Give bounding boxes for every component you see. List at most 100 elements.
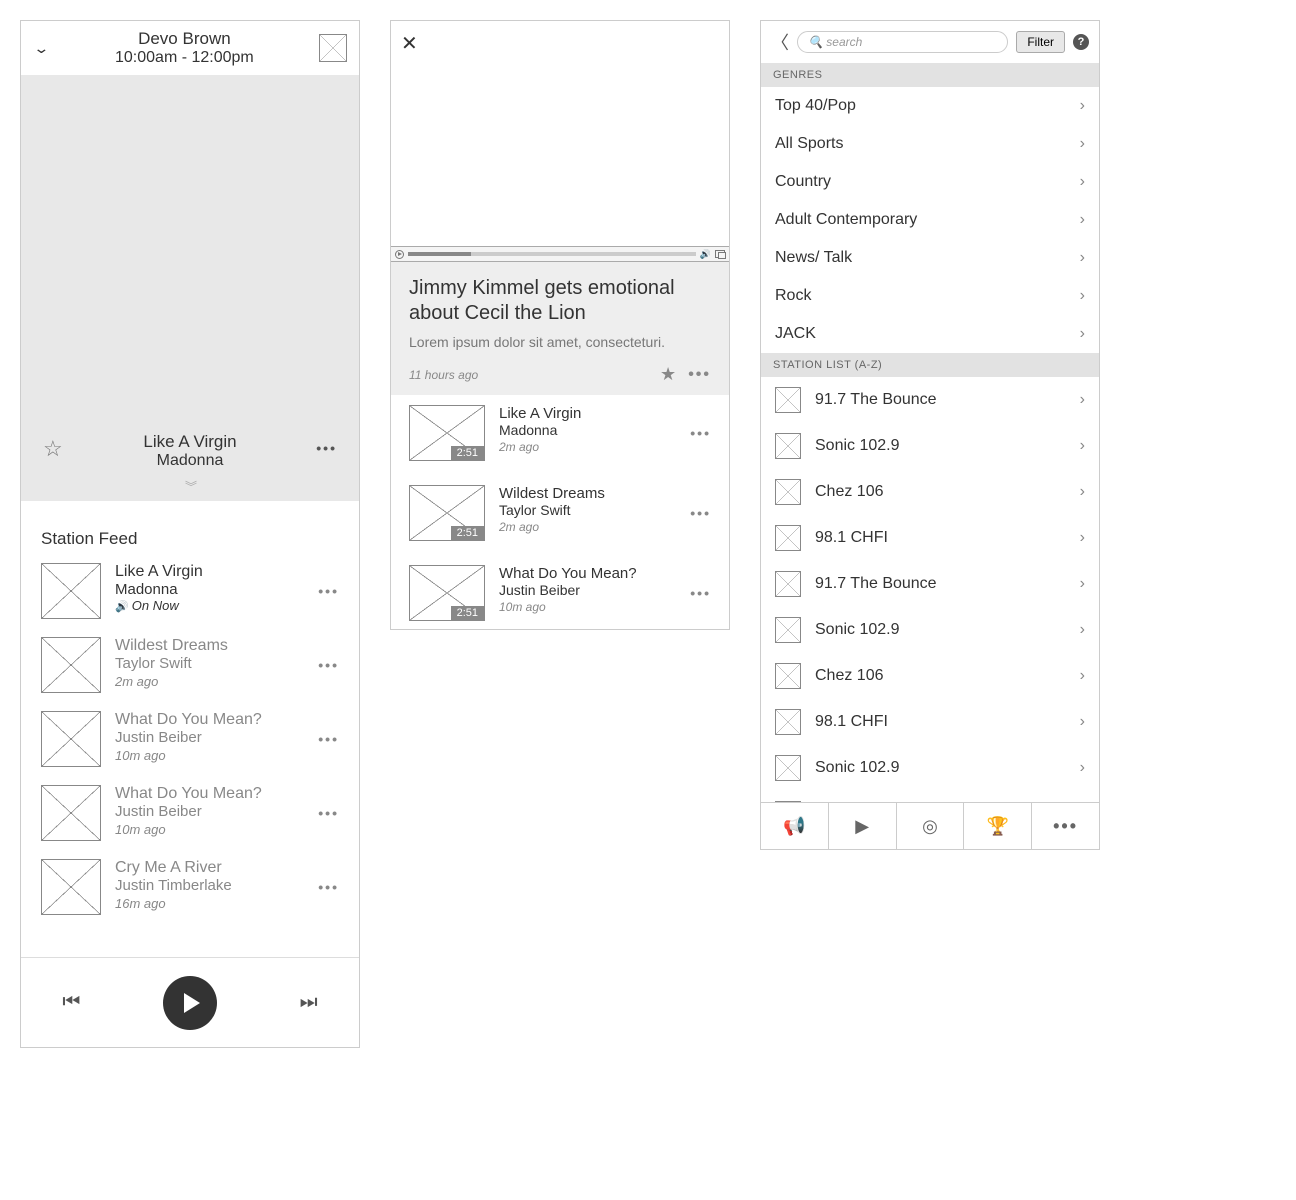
- collapse-chevron-icon[interactable]: ⌄: [33, 39, 50, 57]
- station-logo-placeholder: [775, 387, 801, 413]
- station-logo-placeholder: [775, 479, 801, 505]
- genre-row[interactable]: Country ›: [761, 163, 1099, 201]
- station-row[interactable]: Sonic 102.9 ›: [761, 423, 1099, 469]
- fullscreen-icon[interactable]: [715, 250, 725, 258]
- article-more-icon[interactable]: •••: [688, 366, 711, 384]
- back-icon[interactable]: 〈: [771, 29, 789, 55]
- play-button[interactable]: [163, 976, 217, 1030]
- genre-label: Country: [775, 173, 831, 191]
- track-thumb-placeholder: [41, 711, 101, 767]
- feed-timestamp: 16m ago: [115, 896, 304, 911]
- station-logo-placeholder[interactable]: [319, 34, 347, 62]
- track-artist: Madonna: [499, 422, 676, 438]
- genre-row[interactable]: All Sports ›: [761, 125, 1099, 163]
- tab-contests[interactable]: 🏆: [964, 803, 1032, 849]
- station-logo-placeholder: [775, 571, 801, 597]
- station-row[interactable]: Chez 106›: [761, 469, 1099, 515]
- previous-track-icon[interactable]: ⏮: [62, 991, 80, 1014]
- scrubber-play-icon[interactable]: [395, 250, 404, 259]
- tab-discover[interactable]: ◎: [897, 803, 965, 849]
- genres-header: GENRES: [761, 63, 1099, 87]
- track-thumb-placeholder: [41, 563, 101, 619]
- feed-more-icon[interactable]: •••: [318, 805, 339, 821]
- feed-row[interactable]: Like A VirginMadonnaOn Now •••: [41, 563, 339, 619]
- tab-announcements[interactable]: 📢: [761, 803, 829, 849]
- feed-more-icon[interactable]: •••: [318, 879, 339, 895]
- track-timestamp: 2m ago: [499, 520, 676, 534]
- track-thumb-placeholder: [41, 637, 101, 693]
- related-track-row[interactable]: 2:51Wildest DreamsTaylor Swift2m ago•••: [391, 475, 729, 551]
- genre-label: All Sports: [775, 135, 843, 153]
- chevron-right-icon: ›: [1080, 249, 1085, 267]
- now-playing-more-icon[interactable]: •••: [316, 440, 337, 456]
- track-timestamp: 2m ago: [499, 440, 676, 454]
- tab-more[interactable]: •••: [1032, 803, 1099, 849]
- expand-down-icon[interactable]: ︾: [21, 478, 359, 495]
- station-row[interactable]: 91.7 The Bounce›: [761, 377, 1099, 423]
- track-more-icon[interactable]: •••: [690, 505, 711, 521]
- show-time: 10:00am - 12:00pm: [50, 49, 319, 67]
- genre-row[interactable]: Adult Contemporary›: [761, 201, 1099, 239]
- genre-row[interactable]: Top 40/Pop›: [761, 87, 1099, 125]
- feed-timestamp: 10m ago: [115, 822, 304, 837]
- station-row[interactable]: 98.1 CHFI›: [761, 515, 1099, 561]
- track-more-icon[interactable]: •••: [690, 585, 711, 601]
- progress-bar[interactable]: [408, 252, 696, 256]
- feed-track: Like A Virgin: [115, 563, 304, 581]
- now-playing-artist: Madonna: [21, 452, 359, 470]
- related-tracks-list: 2:51Like A VirginMadonna2m ago•••2:51Wil…: [391, 395, 729, 630]
- genre-label: JACK: [775, 325, 816, 343]
- station-name: Sonic 102.9: [815, 437, 900, 455]
- feed-more-icon[interactable]: •••: [318, 657, 339, 673]
- feed-row[interactable]: What Do You Mean?Justin Beiber10m ago•••: [41, 711, 339, 767]
- video-scrubber[interactable]: 🔊: [391, 246, 729, 262]
- help-icon[interactable]: ?: [1073, 34, 1089, 50]
- search-input[interactable]: 🔍 search: [797, 31, 1008, 53]
- genre-row[interactable]: JACK›: [761, 315, 1099, 353]
- duration-badge: 2:51: [451, 446, 484, 460]
- feed-row[interactable]: Wildest DreamsTaylor Swift2m ago•••: [41, 637, 339, 693]
- mini-player: ⏮ ⏭: [21, 957, 359, 1047]
- chevron-right-icon: ›: [1080, 575, 1085, 593]
- close-icon[interactable]: ✕: [401, 33, 418, 55]
- chevron-right-icon: ›: [1080, 173, 1085, 191]
- chevron-right-icon: ›: [1080, 621, 1085, 639]
- track-more-icon[interactable]: •••: [690, 425, 711, 441]
- feed-more-icon[interactable]: •••: [318, 731, 339, 747]
- filter-button[interactable]: Filter: [1016, 31, 1065, 53]
- related-track-row[interactable]: 2:51Like A VirginMadonna2m ago•••: [391, 395, 729, 471]
- feed-more-icon[interactable]: •••: [318, 583, 339, 599]
- station-row[interactable]: 91.7 The Bounce›: [761, 561, 1099, 607]
- chevron-right-icon: ›: [1080, 713, 1085, 731]
- station-row[interactable]: Sonic 102.9›: [761, 745, 1099, 791]
- station-row[interactable]: 98.1 CHFI›: [761, 699, 1099, 745]
- feed-track: Cry Me A River: [115, 859, 304, 877]
- favorite-star-icon[interactable]: ☆: [43, 436, 63, 462]
- genre-label: Rock: [775, 287, 811, 305]
- feed-artist: Madonna: [115, 581, 304, 598]
- article-screen: ✕ 🔊 Jimmy Kimmel gets emotional about Ce…: [390, 20, 730, 630]
- feed-row[interactable]: What Do You Mean?Justin Beiber10m ago•••: [41, 785, 339, 841]
- show-title-block: Devo Brown 10:00am - 12:00pm: [50, 29, 319, 67]
- volume-icon[interactable]: 🔊: [700, 249, 711, 260]
- station-row[interactable]: Sonic 102.9›: [761, 607, 1099, 653]
- station-name: Chez 106: [815, 483, 884, 501]
- feed-row[interactable]: Cry Me A RiverJustin Timberlake16m ago••…: [41, 859, 339, 915]
- article-favorite-icon[interactable]: ★: [660, 364, 676, 385]
- track-title: What Do You Mean?: [499, 565, 676, 582]
- track-thumb-placeholder: 2:51: [409, 405, 485, 461]
- tab-play[interactable]: ▶: [829, 803, 897, 849]
- on-now-badge: On Now: [115, 598, 304, 613]
- related-track-row[interactable]: 2:51What Do You Mean?Justin Beiber10m ag…: [391, 555, 729, 630]
- track-title: Wildest Dreams: [499, 485, 676, 502]
- next-track-icon[interactable]: ⏭: [300, 991, 318, 1014]
- chevron-right-icon: ›: [1080, 135, 1085, 153]
- genre-label: Top 40/Pop: [775, 97, 856, 115]
- station-row[interactable]: Chez 106›: [761, 653, 1099, 699]
- chevron-right-icon: ›: [1080, 437, 1085, 455]
- genre-row[interactable]: Rock›: [761, 277, 1099, 315]
- feed-track: What Do You Mean?: [115, 785, 304, 803]
- player-screen: ⌄ Devo Brown 10:00am - 12:00pm ☆ Like A …: [20, 20, 360, 1048]
- article-excerpt: Lorem ipsum dolor sit amet, consecteturi…: [409, 334, 711, 350]
- genre-row[interactable]: News/ Talk›: [761, 239, 1099, 277]
